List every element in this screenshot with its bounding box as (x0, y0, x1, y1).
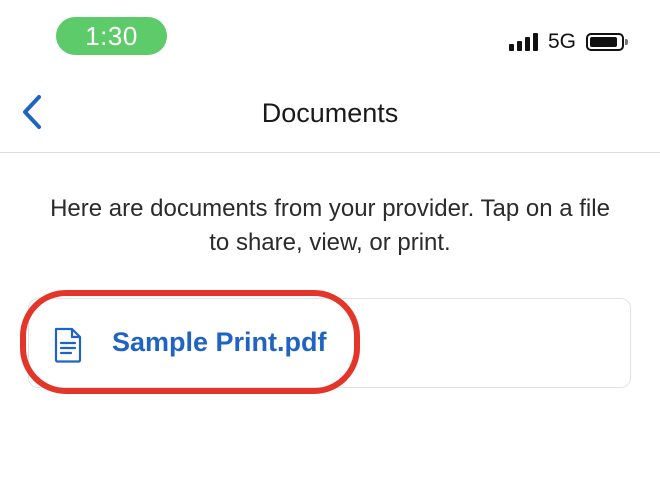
intro-text: Here are documents from your provider. T… (50, 195, 610, 256)
signal-icon (508, 33, 538, 51)
document-icon (54, 327, 82, 363)
document-item[interactable]: Sample Print.pdf (28, 298, 631, 388)
status-indicators: 5G (508, 30, 628, 54)
network-label: 5G (547, 30, 576, 53)
battery-icon (586, 33, 628, 51)
page-title: Documents (261, 98, 399, 128)
status-time: 1:30 (56, 17, 167, 55)
document-name: Sample Print.pdf (112, 327, 327, 357)
documents-screen: 1:30 5G Documents Here are documents fro… (0, 0, 660, 488)
nav-bar: Documents (0, 76, 660, 153)
